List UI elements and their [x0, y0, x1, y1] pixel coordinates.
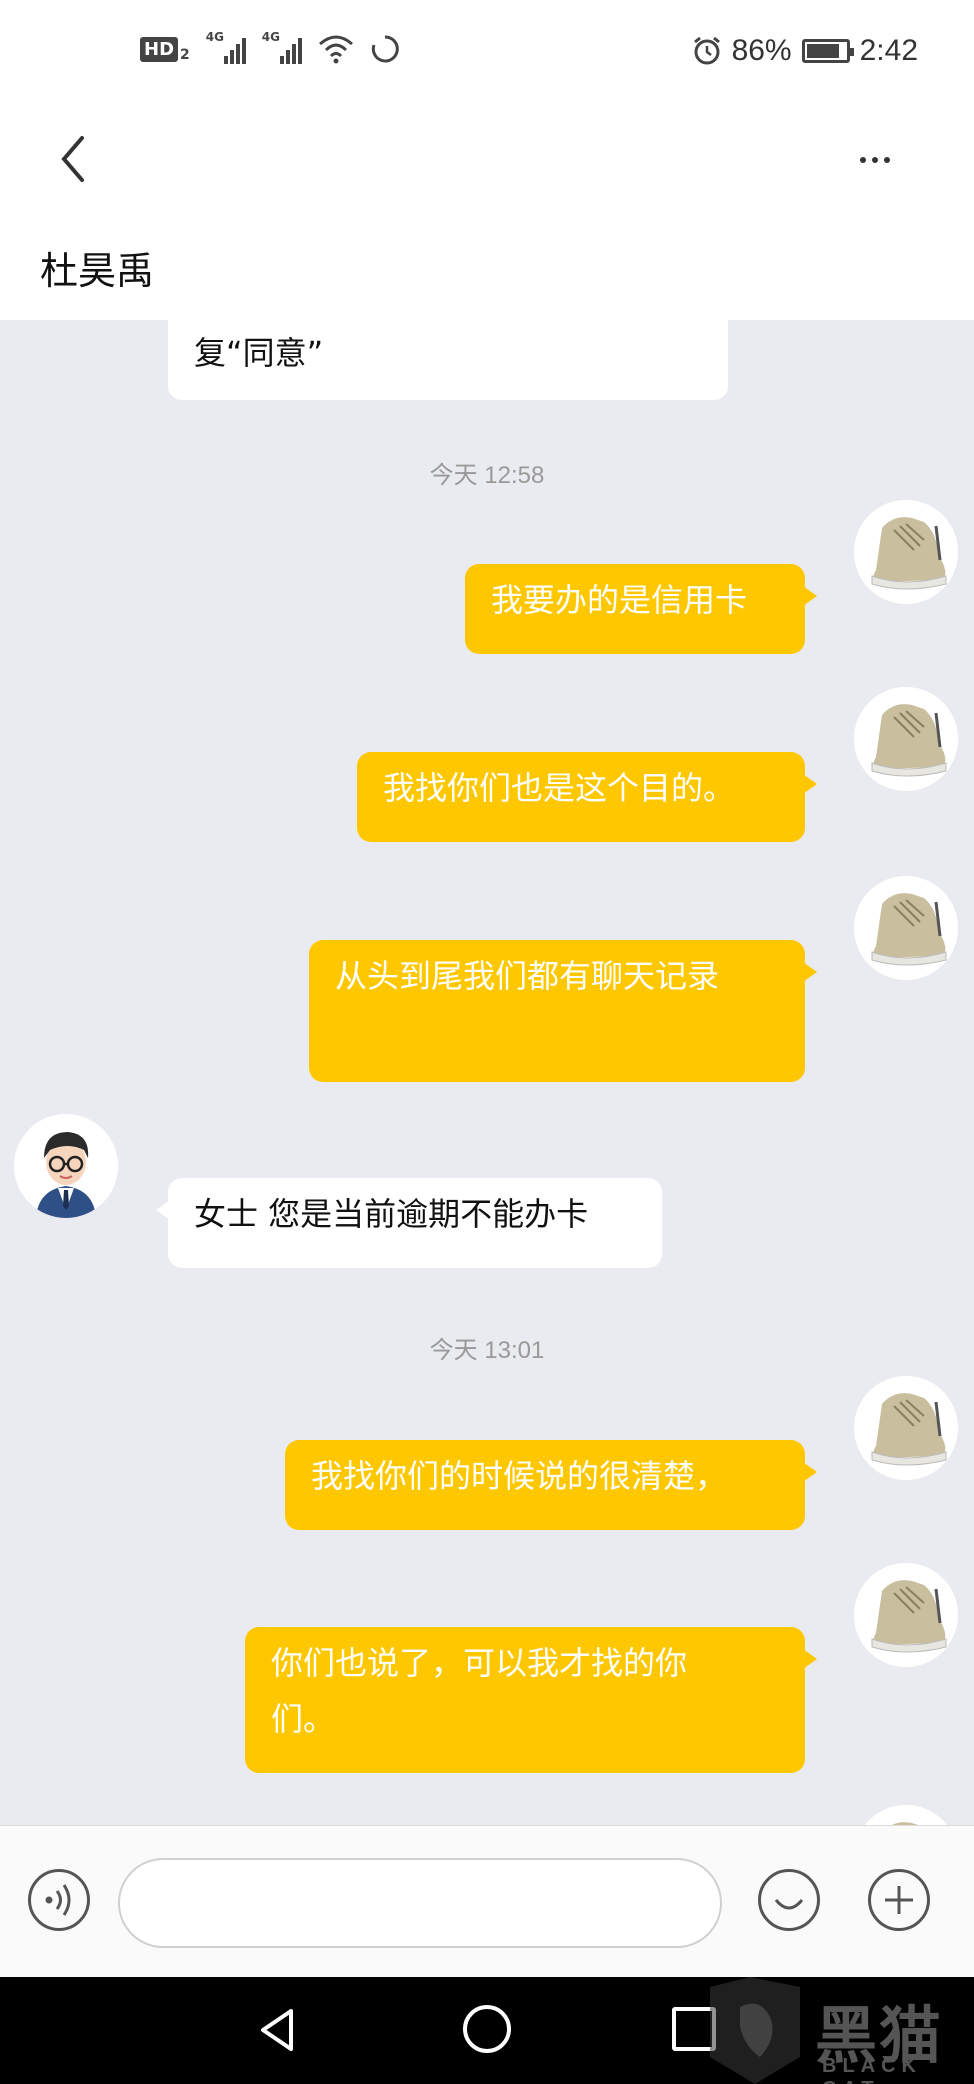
status-bar: HD 2 4G 4G 86% 2:42 [0, 0, 974, 110]
message-bubble-incoming[interactable]: 女士 您是当前逾期不能办卡 [156, 1178, 662, 1268]
chat-header: 杜昊禹 [0, 110, 974, 320]
user-avatar[interactable] [854, 687, 958, 791]
signal-1-label: 4G [205, 30, 224, 44]
voice-icon [45, 1884, 71, 1916]
emoji-button[interactable] [758, 1869, 820, 1931]
emoji-icon [774, 1899, 804, 1910]
timestamp: 今天 12:58 [429, 462, 545, 489]
signal-icon-1: 4G [206, 30, 246, 64]
page-title: 杜昊禹 [40, 249, 155, 293]
message-text: 我找你们的时候说的很清楚， [311, 1457, 728, 1495]
message-text-line: 们。 [271, 1700, 336, 1738]
message-input[interactable] [118, 1858, 722, 1948]
nav-back-icon[interactable] [253, 2005, 303, 2055]
message-text: 我要办的是信用卡 [491, 581, 748, 619]
user-avatar[interactable] [854, 1563, 958, 1667]
hd-label: HD [140, 36, 179, 62]
message-bubble-outgoing[interactable]: 从头到尾我们都有聊天记录 [309, 940, 817, 1082]
user-avatar[interactable] [854, 876, 958, 980]
alarm-icon [693, 36, 720, 65]
more-actions-button[interactable] [868, 1869, 930, 1931]
message-bubble-outgoing[interactable]: 你们也说了，可以我才找的你 们。 [245, 1627, 817, 1773]
message-text: 复“同意” [194, 334, 324, 372]
message-bubble-outgoing[interactable]: 我找你们的时候说的很清楚， [285, 1440, 817, 1530]
user-avatar[interactable] [854, 500, 958, 604]
voice-button[interactable] [28, 1869, 90, 1931]
user-avatar[interactable] [854, 1805, 958, 1825]
more-dots-icon[interactable] [860, 140, 910, 180]
user-avatar[interactable] [854, 1376, 958, 1480]
signal-2-label: 4G [261, 30, 280, 44]
chat-area[interactable]: 复“同意” 今天 12:58 我要办的是信用卡 我找你们也是这个目的。 从头到尾… [0, 320, 974, 1825]
message-text-line: 你们也说了，可以我才找的你 [271, 1644, 688, 1682]
message-text: 从头到尾我们都有聊天记录 [335, 957, 720, 995]
battery-percent: 86% [731, 34, 792, 67]
message-text: 我找你们也是这个目的。 [383, 769, 736, 807]
watermark-sub: BLACK CAT [822, 2055, 922, 2084]
sync-icon [371, 35, 399, 63]
plus-icon [885, 1886, 913, 1914]
hd-sub-label: 2 [180, 47, 190, 63]
status-left: HD 2 4G 4G [140, 30, 400, 64]
message-bubble-incoming[interactable]: 复“同意” [168, 320, 728, 400]
black-cat-logo [710, 1977, 800, 2084]
agent-avatar[interactable] [14, 1114, 118, 1218]
hd-icon: HD 2 [140, 35, 190, 63]
clock: 2:42 [859, 34, 918, 67]
nav-home-icon[interactable] [463, 2005, 511, 2053]
timestamp: 今天 13:01 [429, 1337, 545, 1364]
chevron-left-icon[interactable] [52, 124, 92, 194]
message-bubble-outgoing[interactable]: 我要办的是信用卡 [465, 564, 817, 654]
wifi-icon [318, 35, 353, 64]
message-bubble-outgoing[interactable]: 我找你们也是这个目的。 [357, 752, 817, 842]
status-right: 86% 2:42 [692, 34, 918, 68]
system-nav-bar: 黑猫 BLACK CAT [0, 1977, 974, 2084]
message-text: 女士 您是当前逾期不能办卡 [194, 1195, 589, 1233]
battery-icon [801, 39, 854, 63]
signal-icon-2: 4G [262, 30, 302, 64]
input-bar [0, 1825, 974, 1977]
